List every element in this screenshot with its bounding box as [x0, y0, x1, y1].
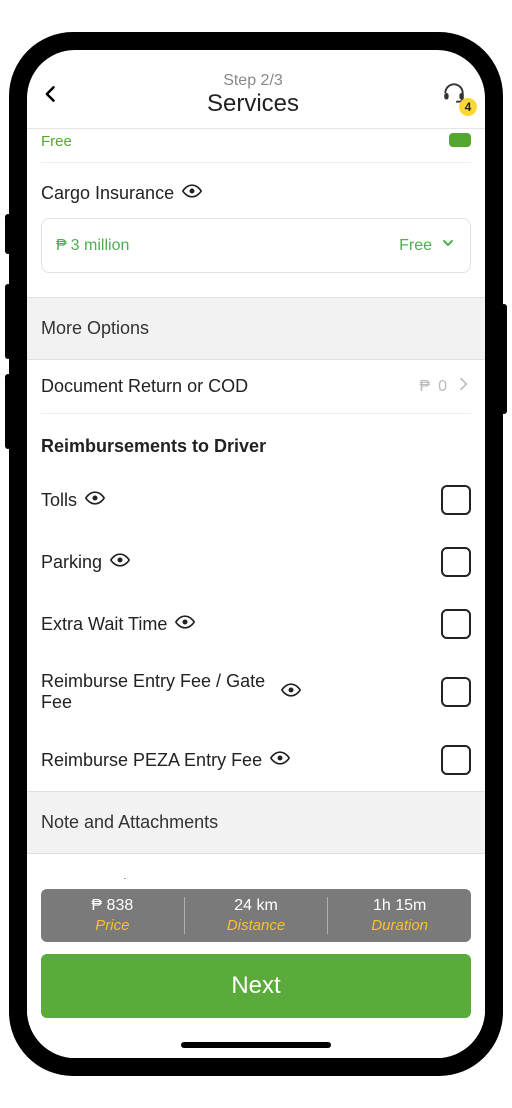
info-eye-icon[interactable]	[281, 680, 301, 705]
phone-side-button	[5, 284, 11, 359]
phone-side-button	[5, 374, 11, 449]
reimbursements-header: Reimbursements to Driver	[27, 414, 485, 469]
page-title: Services	[65, 90, 441, 118]
info-eye-icon[interactable]	[270, 748, 290, 773]
parking-label: Parking	[41, 552, 102, 573]
peso-icon: ₱	[419, 378, 430, 396]
wait-time-label: Extra Wait Time	[41, 614, 167, 635]
wait-time-row: Extra Wait Time	[27, 593, 485, 655]
document-return-row[interactable]: Document Return or COD ₱ 0	[27, 360, 485, 413]
summary-bar: ₱ 838 Price 24 km Distance 1h 15m Durati…	[41, 889, 471, 942]
previous-option-partial: Free	[27, 129, 485, 162]
back-button[interactable]	[41, 83, 65, 107]
entry-fee-row: Reimburse Entry Fee / Gate Fee	[27, 655, 485, 729]
phone-side-button	[501, 304, 507, 414]
peza-fee-checkbox[interactable]	[441, 745, 471, 775]
info-eye-icon[interactable]	[175, 612, 195, 637]
cargo-insurance-title: Cargo Insurance	[27, 163, 485, 218]
entry-fee-label: Reimburse Entry Fee / Gate Fee	[41, 671, 273, 713]
chevron-down-icon	[440, 235, 456, 256]
phone-side-button	[5, 214, 11, 254]
info-eye-icon[interactable]	[85, 488, 105, 513]
previous-price-label: Free	[41, 133, 72, 150]
parking-checkbox[interactable]	[441, 547, 471, 577]
chevron-right-icon	[455, 376, 471, 397]
entry-fee-checkbox[interactable]	[441, 677, 471, 707]
tolls-label: Tolls	[41, 490, 77, 511]
chevron-left-icon	[41, 84, 61, 104]
summary-price: ₱ 838 Price	[41, 897, 185, 934]
more-options-header: More Options	[27, 297, 485, 360]
insurance-price: Free	[399, 235, 456, 256]
tolls-checkbox[interactable]	[441, 485, 471, 515]
parking-row: Parking	[27, 531, 485, 593]
notes-header: Note and Attachments	[27, 791, 485, 854]
notification-badge: 4	[459, 98, 477, 116]
cargo-insurance-label: Cargo Insurance	[41, 183, 174, 204]
insurance-amount: ₱ 3 million	[56, 237, 129, 255]
wait-time-checkbox[interactable]	[441, 609, 471, 639]
toggle-partial[interactable]	[449, 133, 471, 147]
footer: ₱ 838 Price 24 km Distance 1h 15m Durati…	[27, 879, 485, 1058]
document-return-price: ₱ 0	[419, 376, 471, 397]
note-to-driver-label: Note to Driver	[27, 854, 485, 879]
content-scroll[interactable]: Free Cargo Insurance ₱ 3 million Free	[27, 129, 485, 879]
home-indicator[interactable]	[181, 1042, 331, 1048]
support-button[interactable]: 4	[441, 80, 471, 110]
peso-icon: ₱	[91, 897, 106, 914]
peza-fee-row: Reimburse PEZA Entry Fee	[27, 729, 485, 791]
document-return-label: Document Return or COD	[41, 376, 248, 397]
info-eye-icon[interactable]	[182, 181, 202, 206]
next-button[interactable]: Next	[41, 954, 471, 1018]
peso-icon: ₱	[56, 237, 67, 255]
header: Step 2/3 Services 4	[27, 50, 485, 129]
screen: Step 2/3 Services 4 Free Cargo Insurance	[27, 50, 485, 1058]
phone-frame: Step 2/3 Services 4 Free Cargo Insurance	[11, 34, 501, 1074]
summary-duration: 1h 15m Duration	[328, 897, 471, 934]
step-label: Step 2/3	[65, 72, 441, 90]
tolls-row: Tolls	[27, 469, 485, 531]
summary-distance: 24 km Distance	[185, 897, 329, 934]
cargo-insurance-selector[interactable]: ₱ 3 million Free	[41, 218, 471, 273]
header-title-block: Step 2/3 Services	[65, 72, 441, 118]
info-eye-icon[interactable]	[110, 550, 130, 575]
peza-fee-label: Reimburse PEZA Entry Fee	[41, 750, 262, 771]
